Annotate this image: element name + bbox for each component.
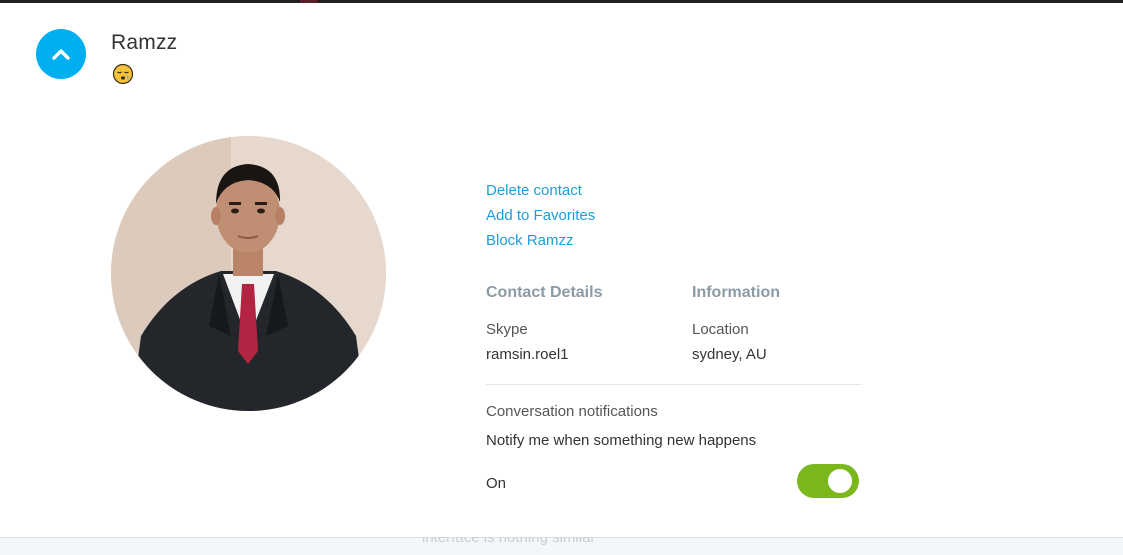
- block-contact-link[interactable]: Block Ramzz: [486, 228, 595, 253]
- conversation-notifications-heading: Conversation notifications: [486, 403, 658, 420]
- collapse-profile-button[interactable]: [36, 29, 86, 79]
- avatar-photo: [111, 136, 386, 411]
- location-value: sydney, AU: [692, 346, 767, 363]
- contact-profile-panel: Ramzz Delete contact Add to Favorites Bl…: [0, 3, 1123, 537]
- contact-avatar: [111, 136, 386, 411]
- location-label: Location: [692, 321, 749, 338]
- toggle-knob: [828, 469, 852, 493]
- contact-actions: Delete contact Add to Favorites Block Ra…: [486, 178, 595, 253]
- add-to-favorites-link[interactable]: Add to Favorites: [486, 203, 595, 228]
- notifications-toggle[interactable]: [797, 464, 859, 498]
- chevron-up-icon: [52, 49, 70, 60]
- contact-details-heading: Contact Details: [486, 284, 603, 301]
- skype-id-value: ramsin.roel1: [486, 346, 569, 363]
- sleepy-face-emoji-icon: [112, 63, 134, 85]
- delete-contact-link[interactable]: Delete contact: [486, 178, 595, 203]
- information-heading: Information: [692, 284, 780, 301]
- contact-name: Ramzz: [111, 31, 178, 54]
- skype-label: Skype: [486, 321, 528, 338]
- notifications-description: Notify me when something new happens: [486, 432, 757, 449]
- section-divider: [486, 384, 861, 385]
- notifications-state-label: On: [486, 475, 507, 492]
